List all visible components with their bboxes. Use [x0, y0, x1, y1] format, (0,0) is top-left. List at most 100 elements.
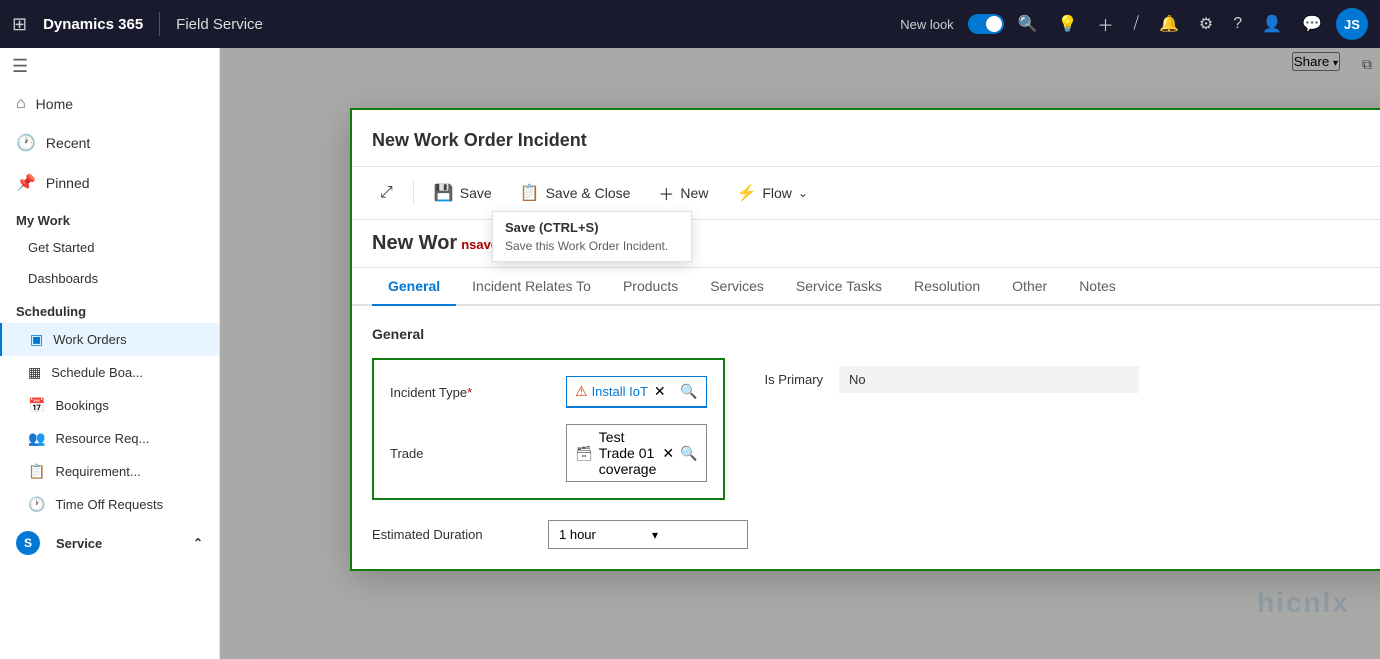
sidebar-timeoff-icon: 🕐 — [28, 496, 45, 513]
main-layout: ☰ ⌂ Home 🕐 Recent 📌 Pinned My Work Get S… — [0, 48, 1380, 659]
sidebar-item-time-off[interactable]: 🕐 Time Off Requests — [0, 488, 219, 521]
incident-type-tag-input[interactable]: ⚠ Install IoT ✕ 🔍 — [566, 376, 707, 408]
tab-service-tasks[interactable]: Service Tasks — [780, 268, 898, 306]
tab-other[interactable]: Other — [996, 268, 1063, 306]
help-icon[interactable]: ? — [1227, 15, 1248, 33]
sidebar-req-label: Requirement... — [55, 464, 140, 479]
detach-button[interactable]: ⤢ — [368, 178, 405, 208]
sidebar-item-pinned-label: Pinned — [46, 175, 90, 191]
trade-input[interactable]: 🗃 Test Trade 01 coverage ✕ 🔍 — [566, 424, 707, 482]
form-record-title: New Wornsaved — [372, 232, 506, 254]
service-s-icon: S — [16, 531, 40, 555]
app-name: Dynamics 365 — [43, 16, 143, 33]
sidebar-item-pinned[interactable]: 📌 Pinned — [0, 163, 219, 203]
app-grid-icon[interactable]: ⊞ — [12, 14, 27, 35]
tab-notes[interactable]: Notes — [1063, 268, 1132, 306]
flow-chevron-icon: ⌄ — [798, 186, 808, 200]
trade-row: Trade 🗃 Test Trade 01 coverage ✕ 🔍 — [390, 424, 707, 482]
sidebar-resource-label: Resource Req... — [55, 431, 149, 446]
tab-products[interactable]: Products — [607, 268, 694, 306]
sidebar-item-home-label: Home — [36, 96, 73, 112]
save-close-button[interactable]: 📋 Save & Close — [508, 177, 643, 209]
sidebar-get-started-label: Get Started — [28, 240, 94, 255]
tab-incident-relates[interactable]: Incident Relates To — [456, 268, 607, 306]
incident-type-row: Incident Type* ⚠ Install IoT ✕ 🔍 — [390, 376, 707, 408]
tab-services[interactable]: Services — [694, 268, 780, 306]
trade-value[interactable]: Test Trade 01 coverage — [599, 429, 657, 477]
duration-chevron-icon: ▾ — [652, 528, 737, 542]
is-primary-input[interactable] — [839, 366, 1139, 393]
search-icon[interactable]: 🔍 — [1012, 14, 1044, 34]
sidebar-resource-icon: 👥 — [28, 430, 45, 447]
new-look-label: New look — [900, 17, 953, 32]
service-header-label: Service — [56, 536, 102, 551]
sidebar-bookings-label: Bookings — [55, 398, 108, 413]
sidebar-item-bookings[interactable]: 📅 Bookings — [0, 389, 219, 422]
sidebar-timeoff-label: Time Off Requests — [55, 497, 163, 512]
estimated-duration-select[interactable]: 1 hour ▾ — [548, 520, 748, 549]
trade-tag-input[interactable]: 🗃 Test Trade 01 coverage ✕ 🔍 — [566, 424, 707, 482]
incident-type-clear-icon[interactable]: ✕ — [654, 383, 666, 400]
nav-divider — [159, 12, 160, 36]
incident-type-input[interactable]: ⚠ Install IoT ✕ 🔍 — [566, 376, 707, 408]
sidebar-toggle[interactable]: ☰ — [0, 48, 219, 85]
sidebar-req-icon: 📋 — [28, 463, 45, 480]
sidebar-work-orders-icon: ▣ — [30, 331, 43, 348]
filter-icon[interactable]: ⧸ — [1128, 15, 1145, 33]
chat-icon[interactable]: 💬 — [1296, 14, 1328, 34]
flow-label: Flow — [762, 185, 792, 201]
warning-triangle-icon: ⚠ — [575, 383, 588, 400]
my-work-header: My Work — [0, 203, 219, 232]
sidebar: ☰ ⌂ Home 🕐 Recent 📌 Pinned My Work Get S… — [0, 48, 220, 659]
save-close-icon: 📋 — [520, 183, 540, 203]
trade-search-icon[interactable]: 🔍 — [680, 445, 697, 462]
trade-label: Trade — [390, 446, 550, 461]
save-label: Save — [460, 185, 492, 201]
sidebar-item-work-orders[interactable]: ▣ Work Orders — [0, 323, 219, 356]
sidebar-item-dashboards[interactable]: Dashboards — [0, 263, 219, 294]
sidebar-item-schedule-board[interactable]: ▦ Schedule Boa... — [0, 356, 219, 389]
sidebar-schedule-label: Schedule Boa... — [51, 365, 143, 380]
top-navigation: ⊞ Dynamics 365 Field Service New look 🔍 … — [0, 0, 1380, 48]
tab-general[interactable]: General — [372, 268, 456, 306]
sidebar-item-requirement[interactable]: 📋 Requirement... — [0, 455, 219, 488]
save-close-label: Save & Close — [546, 185, 631, 201]
lightbulb-icon[interactable]: 💡 — [1052, 14, 1084, 34]
flow-icon: ⚡ — [736, 183, 756, 203]
incident-type-tag: ⚠ Install IoT — [575, 383, 648, 400]
sidebar-item-recent[interactable]: 🕐 Recent — [0, 123, 219, 163]
tab-resolution[interactable]: Resolution — [898, 268, 996, 306]
person-icon[interactable]: 👤 — [1256, 14, 1288, 34]
sidebar-item-home[interactable]: ⌂ Home — [0, 85, 219, 123]
new-label: New — [680, 185, 708, 201]
estimated-duration-row: Estimated Duration 1 hour ▾ — [372, 520, 1380, 549]
user-avatar[interactable]: JS — [1336, 8, 1368, 40]
tabs-bar: General Incident Relates To Products Ser… — [352, 268, 1380, 306]
modal-title: New Work Order Incident — [372, 130, 1380, 151]
briefcase-icon: 🗃 — [575, 445, 593, 462]
sidebar-item-resource-req[interactable]: 👥 Resource Req... — [0, 422, 219, 455]
incident-type-value[interactable]: Install IoT — [592, 384, 648, 399]
recent-icon: 🕐 — [16, 133, 36, 153]
sidebar-dashboards-label: Dashboards — [28, 271, 98, 286]
sidebar-item-get-started[interactable]: Get Started — [0, 232, 219, 263]
incident-type-label: Incident Type* — [390, 385, 550, 400]
new-look-toggle[interactable] — [968, 14, 1004, 34]
add-icon[interactable]: ＋ — [1092, 12, 1120, 36]
tooltip-description: Save this Work Order Incident. — [505, 239, 679, 253]
incident-type-search-icon[interactable]: 🔍 — [680, 383, 697, 400]
bell-icon[interactable]: 🔔 — [1153, 14, 1185, 34]
service-header: S Service ⌃ — [0, 521, 219, 559]
flow-button[interactable]: ⚡ Flow ⌄ — [724, 177, 820, 209]
save-button[interactable]: 💾 Save — [422, 177, 504, 209]
new-button[interactable]: ＋ New — [646, 175, 720, 211]
trade-clear-icon[interactable]: ✕ — [662, 445, 674, 462]
save-tooltip: Save (CTRL+S) Save this Work Order Incid… — [492, 211, 692, 262]
detach-icon: ⤢ — [380, 184, 393, 202]
service-chevron[interactable]: ⌃ — [193, 536, 203, 550]
settings-icon[interactable]: ⚙ — [1193, 14, 1219, 34]
is-primary-label: Is Primary — [765, 372, 824, 387]
home-icon: ⌂ — [16, 95, 26, 113]
section-general-title: General — [372, 326, 1380, 342]
toolbar-separator-1 — [413, 181, 414, 205]
